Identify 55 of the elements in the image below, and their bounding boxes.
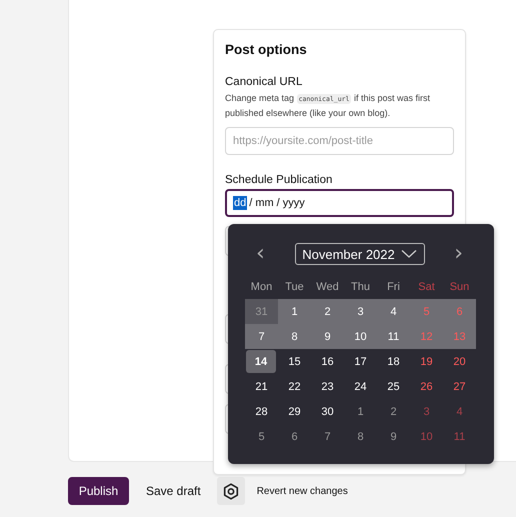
calendar-day[interactable]: 25	[377, 374, 410, 399]
month-select[interactable]: November 2022	[294, 243, 424, 265]
calendar-day[interactable]: 27	[443, 374, 476, 399]
calendar-day[interactable]: 3	[344, 299, 377, 324]
calendar-day[interactable]: 2	[377, 399, 410, 424]
settings-icon	[222, 482, 239, 500]
weekday-label: Wed	[315, 280, 340, 294]
calendar-day[interactable]: 6	[278, 424, 311, 449]
calendar-day[interactable]: 10	[344, 324, 377, 349]
calendar-day[interactable]: 28	[245, 399, 278, 424]
weekday-label: Mon	[250, 280, 274, 294]
calendar-day[interactable]: 1	[344, 399, 377, 424]
next-month-button[interactable]: ›	[450, 244, 467, 264]
calendar-day[interactable]: 9	[311, 324, 344, 349]
calendar-day[interactable]: 29	[278, 399, 311, 424]
settings-button[interactable]	[216, 477, 245, 505]
chevron-down-icon	[400, 249, 417, 259]
url-field[interactable]: https://yoursite.com/post-title	[225, 127, 454, 155]
revert-button[interactable]: Revert new changes	[256, 486, 348, 496]
calendar-day[interactable]: 4	[377, 299, 410, 324]
date-field[interactable]: dd / mm / yyyy	[225, 189, 454, 217]
calendar-day[interactable]: 18	[377, 349, 410, 374]
weekday-label: Tue	[284, 280, 305, 294]
weekday-label: Sat	[417, 280, 436, 294]
calendar-day[interactable]: 11	[377, 324, 410, 349]
weekday-label: Fri	[386, 280, 401, 294]
calendar-day[interactable]: 2	[311, 299, 344, 324]
calendar-day[interactable]: 15	[278, 349, 311, 374]
weekday-label: Thu	[350, 280, 371, 294]
calendar-day[interactable]: 19	[410, 349, 443, 374]
calendar-day[interactable]: 8	[278, 324, 311, 349]
panel-title: Post options	[225, 42, 308, 57]
weekday-label: Sun	[448, 280, 470, 294]
calendar-day[interactable]: 22	[278, 374, 311, 399]
save-draft-button[interactable]: Save draft	[146, 484, 201, 498]
calendar-day[interactable]: 21	[245, 374, 278, 399]
calendar-day[interactable]: 5	[245, 424, 278, 449]
calendar-day[interactable]: 31	[245, 299, 278, 324]
calendar-day[interactable]: 8	[344, 424, 377, 449]
calendar-day[interactable]: 23	[311, 374, 344, 399]
calendar-day[interactable]: 24	[344, 374, 377, 399]
calendar-day[interactable]: 7	[311, 424, 344, 449]
calendar-day[interactable]: 14	[246, 350, 276, 373]
calendar-day[interactable]: 26	[410, 374, 443, 399]
calendar-day[interactable]: 1	[278, 299, 311, 324]
calendar-day[interactable]: 17	[344, 349, 377, 374]
calendar-day[interactable]: 20	[443, 349, 476, 374]
field-label: Schedule Publication	[225, 174, 334, 186]
calendar-day[interactable]: 16	[311, 349, 344, 374]
calendar-day[interactable]: 7	[245, 324, 278, 349]
calendar-day[interactable]: 9	[377, 424, 410, 449]
publish-button[interactable]: Publish	[68, 477, 129, 505]
previous-month-button[interactable]: ‹	[252, 244, 269, 264]
field-label: Canonical URL	[225, 76, 304, 88]
calendar-day[interactable]: 30	[311, 399, 344, 424]
